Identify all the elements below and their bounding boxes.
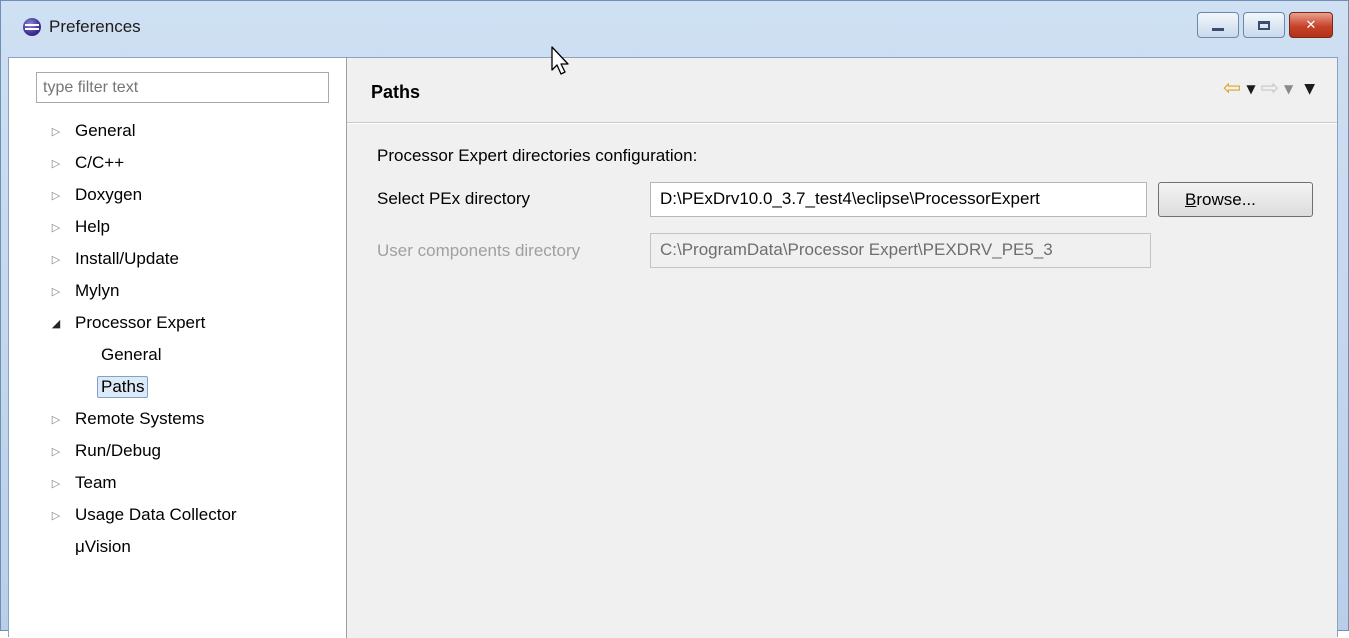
browse-mnemonic: B bbox=[1185, 189, 1197, 209]
tree-item-help[interactable]: ▷ Help bbox=[49, 214, 110, 240]
expand-triangle-icon[interactable]: ▷ bbox=[49, 125, 63, 138]
eclipse-app-icon bbox=[23, 18, 41, 36]
tree-item-label: Install/Update bbox=[75, 249, 179, 268]
expand-triangle-icon[interactable]: ▷ bbox=[49, 445, 63, 458]
tree-item-label: Run/Debug bbox=[75, 441, 162, 460]
expand-triangle-icon[interactable]: ▷ bbox=[49, 253, 63, 266]
collapse-triangle-icon[interactable]: ◢ bbox=[49, 317, 63, 330]
tree-item-label: Team bbox=[75, 473, 117, 492]
tree-item-pe-general[interactable]: General bbox=[101, 342, 161, 368]
tree-item-mylyn[interactable]: ▷ Mylyn bbox=[49, 278, 120, 304]
tree-item-general[interactable]: ▷ General bbox=[49, 118, 136, 144]
preference-tree-pane: ▷ General ▷ C/C++ ▷ Doxygen ▷ Help ▷ I bbox=[9, 58, 347, 638]
tree-item-processor-expert[interactable]: ◢ Processor Expert bbox=[49, 310, 206, 336]
window-controls: ✕ bbox=[1197, 12, 1333, 38]
tree-item-label: C/C++ bbox=[75, 153, 125, 172]
expand-triangle-icon[interactable]: ▷ bbox=[49, 285, 63, 298]
mouse-cursor-icon bbox=[551, 46, 569, 75]
section-label: Processor Expert directories configurati… bbox=[377, 146, 698, 165]
pex-directory-label: Select PEx directory bbox=[377, 189, 531, 208]
preferences-window: Preferences ✕ ▷ General ▷ C/C++ ▷ Doxyg bbox=[0, 0, 1349, 638]
tree-item-usage-data-collector[interactable]: ▷ Usage Data Collector bbox=[49, 502, 237, 528]
tree-item-doxygen[interactable]: ▷ Doxygen bbox=[49, 182, 142, 208]
window-title: Preferences bbox=[49, 17, 141, 36]
back-history-dropdown-icon[interactable]: ▼ bbox=[1246, 82, 1255, 96]
expand-triangle-icon[interactable]: ▷ bbox=[49, 157, 63, 170]
tree-item-label: General bbox=[101, 345, 162, 364]
tree-item-run-debug[interactable]: ▷ Run/Debug bbox=[49, 438, 161, 464]
tree-item-label: Processor Expert bbox=[75, 313, 206, 332]
page-navigation-toolbar: ⇦ ▼ ⇨ ▼ ▼ bbox=[1223, 78, 1315, 100]
title-separator bbox=[347, 122, 1337, 124]
expand-triangle-icon[interactable]: ▷ bbox=[49, 413, 63, 426]
tree-item-cpp[interactable]: ▷ C/C++ bbox=[49, 150, 124, 176]
close-icon: ✕ bbox=[1305, 17, 1317, 33]
browse-button[interactable]: Browse... bbox=[1158, 182, 1313, 217]
minimize-icon bbox=[1212, 27, 1224, 31]
tree-item-remote-systems[interactable]: ▷ Remote Systems bbox=[49, 406, 205, 432]
tree-item-install-update[interactable]: ▷ Install/Update bbox=[49, 246, 179, 272]
filter-input[interactable] bbox=[36, 72, 329, 103]
tree-item-label: Help bbox=[75, 217, 110, 236]
tree-item-pe-paths[interactable]: Paths bbox=[97, 374, 149, 400]
expand-triangle-icon[interactable]: ▷ bbox=[49, 189, 63, 202]
expand-triangle-icon[interactable]: ▷ bbox=[49, 509, 63, 522]
tree-item-label: Mylyn bbox=[75, 281, 120, 300]
browse-label: rowse... bbox=[1196, 189, 1256, 209]
forward-history-dropdown-icon[interactable]: ▼ bbox=[1284, 82, 1293, 96]
pex-directory-input[interactable]: D:\PExDrv10.0_3.7_test4\eclipse\Processo… bbox=[650, 182, 1147, 217]
tree-item-label: General bbox=[75, 121, 136, 140]
tree-item-team[interactable]: ▷ Team bbox=[49, 470, 117, 496]
user-components-input: C:\ProgramData\Processor Expert\PEXDRV_P… bbox=[650, 233, 1151, 268]
page-title: Paths bbox=[371, 82, 421, 102]
forward-arrow-icon[interactable]: ⇨ bbox=[1261, 78, 1279, 100]
tree-item-label: μVision bbox=[75, 537, 131, 556]
minimize-button[interactable] bbox=[1197, 12, 1239, 38]
tree-item-label: Paths bbox=[97, 376, 149, 398]
preference-page: Paths ⇦ ▼ ⇨ ▼ ▼ Processor Expert directo… bbox=[347, 58, 1337, 638]
title-bar[interactable]: Preferences ✕ bbox=[1, 1, 1348, 53]
close-button[interactable]: ✕ bbox=[1289, 12, 1333, 38]
expand-triangle-icon[interactable]: ▷ bbox=[49, 477, 63, 490]
back-arrow-icon[interactable]: ⇦ bbox=[1223, 78, 1241, 100]
tree-item-label: Remote Systems bbox=[75, 409, 205, 428]
tree-item-uvision[interactable]: μVision bbox=[75, 534, 131, 560]
tree-item-label: Usage Data Collector bbox=[75, 505, 237, 524]
view-menu-icon[interactable]: ▼ bbox=[1304, 81, 1315, 97]
user-components-label: User components directory bbox=[377, 241, 581, 260]
maximize-button[interactable] bbox=[1243, 12, 1285, 38]
expand-triangle-icon[interactable]: ▷ bbox=[49, 221, 63, 234]
tree-item-label: Doxygen bbox=[75, 185, 143, 204]
dialog-body: ▷ General ▷ C/C++ ▷ Doxygen ▷ Help ▷ I bbox=[8, 57, 1338, 638]
maximize-icon bbox=[1258, 20, 1270, 30]
